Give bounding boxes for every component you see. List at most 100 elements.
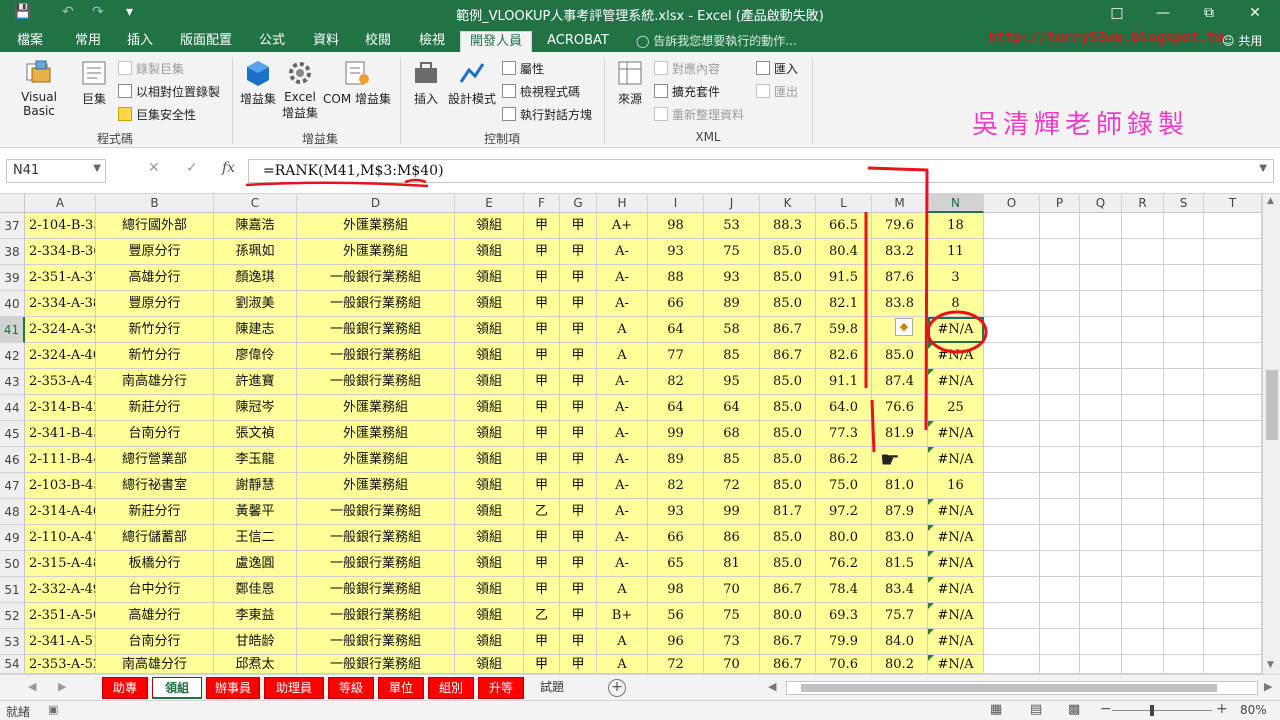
cell-empty[interactable] (1164, 629, 1204, 655)
cell-department[interactable]: 一般銀行業務組 (297, 343, 455, 369)
cell-rating[interactable]: A (597, 629, 648, 655)
cell-employee-id[interactable]: 2-353-A-52 (25, 655, 96, 674)
horizontal-scroll-thumb[interactable] (801, 684, 1217, 692)
cell-branch[interactable]: 新莊分行 (96, 395, 214, 421)
cell-empty[interactable] (1080, 265, 1122, 291)
sheet-tab[interactable]: 助理員 (264, 677, 324, 699)
cell-title[interactable]: 領組 (455, 395, 524, 421)
cell-empty[interactable] (1080, 655, 1122, 674)
cell-score-k[interactable]: 85.0 (760, 421, 816, 447)
visual-basic-button[interactable]: Visual Basic (4, 58, 74, 118)
cell-name[interactable]: 黃馨平 (214, 499, 297, 525)
cell-score-j[interactable]: 75 (704, 239, 760, 265)
cell-rank[interactable]: #N/A (928, 369, 984, 395)
cell-title[interactable]: 領組 (455, 473, 524, 499)
zoom-out-icon[interactable]: − (1100, 701, 1112, 717)
cell-score-k[interactable]: 85.0 (760, 369, 816, 395)
sheet-tab[interactable]: 辦事員 (206, 677, 260, 699)
cell-score-m[interactable]: 81.5 (872, 551, 928, 577)
cell-score-i[interactable]: 56 (648, 603, 704, 629)
sheet-tab[interactable]: 助專 (102, 677, 148, 699)
cell-empty[interactable] (1204, 343, 1262, 369)
cell-rating[interactable]: B+ (597, 603, 648, 629)
cell-empty[interactable] (1204, 421, 1262, 447)
sheet-tab[interactable]: 等級 (328, 677, 374, 699)
cell-employee-id[interactable]: 2-341-A-51 (25, 629, 96, 655)
cell-empty[interactable] (1164, 369, 1204, 395)
cell-grade-g[interactable]: 甲 (560, 213, 597, 239)
cell-empty[interactable] (1122, 655, 1164, 674)
cell-grade-g[interactable]: 甲 (560, 239, 597, 265)
cell-employee-id[interactable]: 2-332-A-49 (25, 577, 96, 603)
cell-title[interactable]: 領組 (455, 421, 524, 447)
cell-score-k[interactable]: 88.3 (760, 213, 816, 239)
cell-empty[interactable] (1204, 291, 1262, 317)
cell-empty[interactable] (1204, 655, 1262, 674)
cell-empty[interactable] (1122, 369, 1164, 395)
enter-icon[interactable]: ✓ (186, 160, 198, 176)
row-header[interactable]: 50 (0, 551, 25, 577)
cell-empty[interactable] (1164, 239, 1204, 265)
cell-grade-g[interactable]: 甲 (560, 473, 597, 499)
cell-empty[interactable] (1164, 655, 1204, 674)
cell-rank[interactable]: #N/A (928, 629, 984, 655)
cell-score-k[interactable]: 86.7 (760, 343, 816, 369)
tab-acrobat[interactable]: ACROBAT (542, 31, 614, 52)
cell-empty[interactable] (984, 551, 1040, 577)
row-header[interactable]: 46 (0, 447, 25, 473)
row-header[interactable]: 53 (0, 629, 25, 655)
cell-grade-f[interactable]: 甲 (524, 447, 560, 473)
row-header[interactable]: 42 (0, 343, 25, 369)
insert-function-icon[interactable]: fx (222, 160, 235, 176)
cell-score-j[interactable]: 95 (704, 369, 760, 395)
cell-title[interactable]: 領組 (455, 291, 524, 317)
cell-title[interactable]: 領組 (455, 317, 524, 343)
cell-score-i[interactable]: 93 (648, 499, 704, 525)
chevron-down-icon[interactable]: ▼ (93, 163, 101, 174)
cell-empty[interactable] (984, 499, 1040, 525)
cell-empty[interactable] (1164, 499, 1204, 525)
row-header[interactable]: 39 (0, 265, 25, 291)
column-header-s[interactable]: S (1164, 194, 1204, 213)
cell-score-i[interactable]: 64 (648, 317, 704, 343)
cell-name[interactable]: 李東益 (214, 603, 297, 629)
cell-rank[interactable]: #N/A (928, 343, 984, 369)
cell-employee-id[interactable]: 2-324-A-39 (25, 317, 96, 343)
cell-employee-id[interactable]: 2-314-A-46 (25, 499, 96, 525)
cell-empty[interactable] (1204, 213, 1262, 239)
cell-employee-id[interactable]: 2-110-A-47 (25, 525, 96, 551)
cancel-icon[interactable]: ✕ (148, 160, 160, 176)
tell-me-search[interactable]: ◯ 告訴我您想要執行的動作... (636, 32, 797, 49)
cell-empty[interactable] (1040, 603, 1080, 629)
cell-branch[interactable]: 總行儲蓄部 (96, 525, 214, 551)
macros-button[interactable]: 巨集 (76, 58, 112, 107)
cell-grade-f[interactable]: 甲 (524, 265, 560, 291)
cell-title[interactable]: 領組 (455, 369, 524, 395)
cell-grade-g[interactable]: 甲 (560, 655, 597, 674)
restore-button[interactable]: ⧉ (1186, 0, 1232, 28)
column-header-m[interactable]: M (872, 194, 928, 213)
cell-branch[interactable]: 總行祕書室 (96, 473, 214, 499)
cell-branch[interactable]: 板橋分行 (96, 551, 214, 577)
tab-view[interactable]: 檢視 (410, 31, 454, 52)
column-header-o[interactable]: O (984, 194, 1040, 213)
cell-department[interactable]: 一般銀行業務組 (297, 655, 455, 674)
row-header[interactable]: 38 (0, 239, 25, 265)
cell-empty[interactable] (1040, 265, 1080, 291)
cell-score-k[interactable]: 85.0 (760, 473, 816, 499)
cell-name[interactable]: 陳建志 (214, 317, 297, 343)
cell-empty[interactable] (1122, 317, 1164, 343)
tab-insert[interactable]: 插入 (118, 31, 162, 52)
cell-score-l[interactable]: 64.0 (816, 395, 872, 421)
column-header-l[interactable]: L (816, 194, 872, 213)
cell-score-i[interactable]: 99 (648, 421, 704, 447)
cell-name[interactable]: 甘皓龄 (214, 629, 297, 655)
select-all-corner[interactable] (0, 194, 25, 213)
properties-button[interactable]: 屬性 (502, 60, 544, 77)
cell-branch[interactable]: 高雄分行 (96, 603, 214, 629)
cell-grade-f[interactable]: 乙 (524, 603, 560, 629)
row-header[interactable]: 48 (0, 499, 25, 525)
cell-score-m[interactable]: 81.0 (872, 473, 928, 499)
cell-rating[interactable]: A- (597, 473, 648, 499)
cell-empty[interactable] (1080, 603, 1122, 629)
